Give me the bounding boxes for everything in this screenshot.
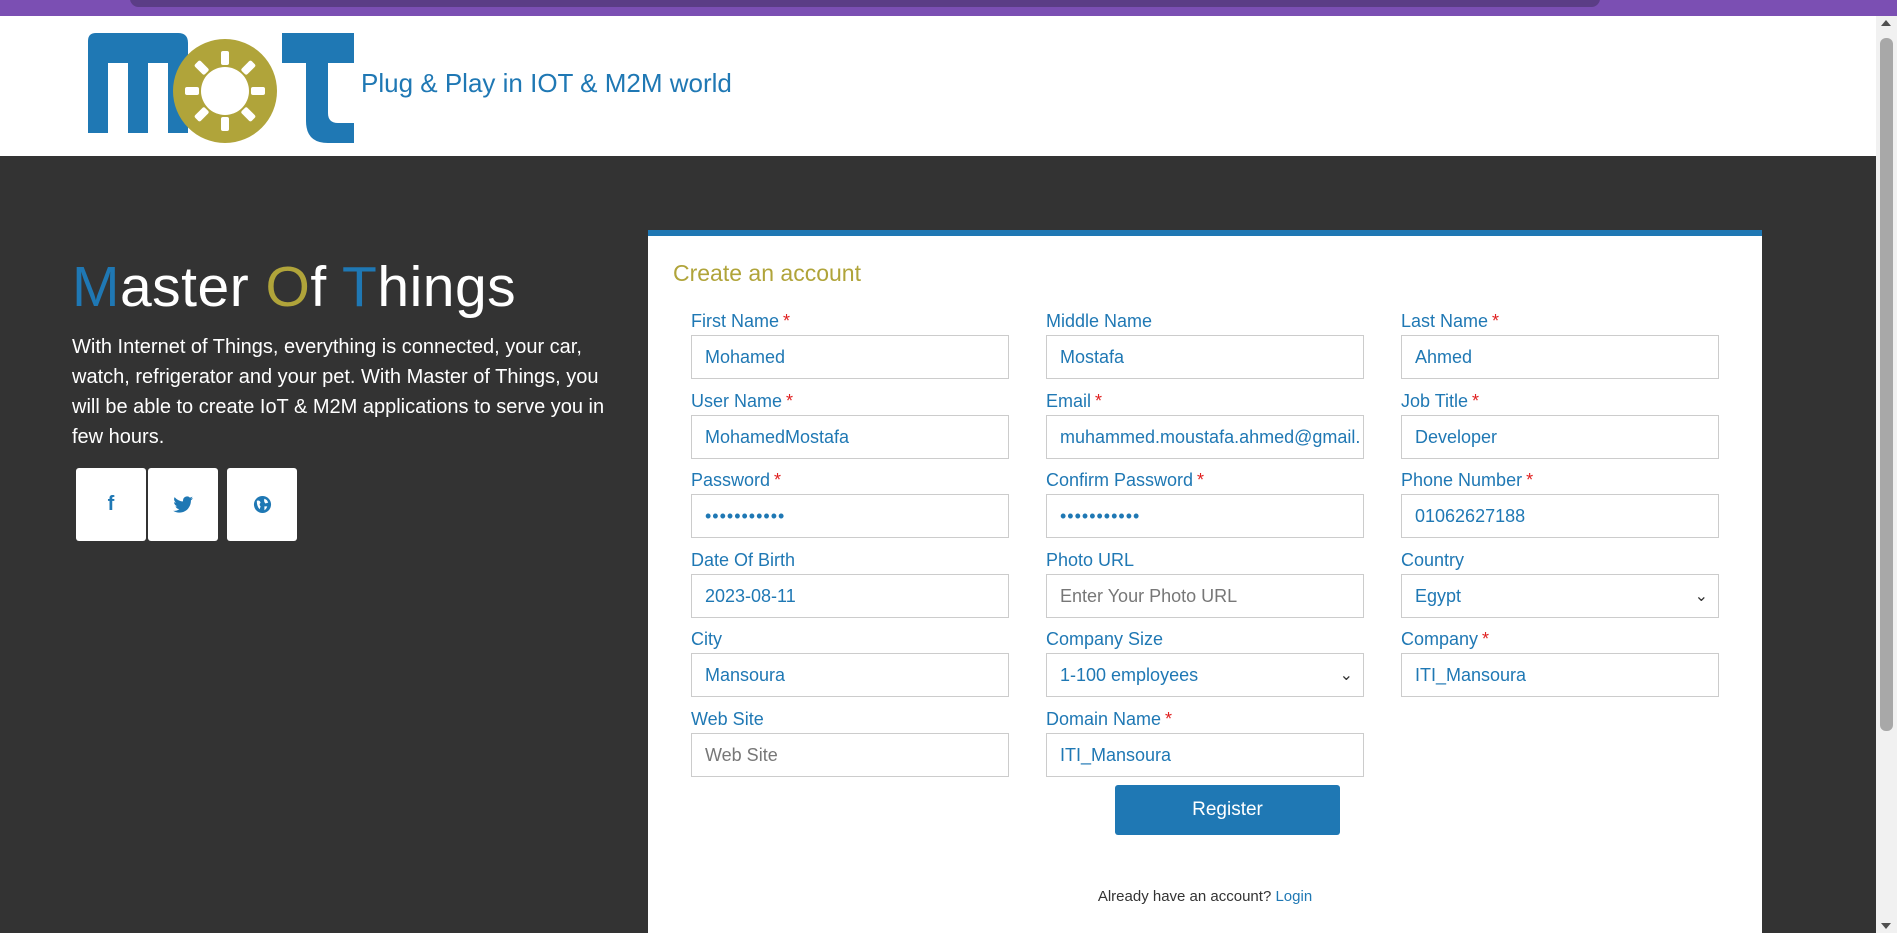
city-field: City Mansoura	[691, 629, 1009, 697]
company-size-label: Company Size	[1046, 629, 1164, 649]
last-name-field: Last Name * Ahmed	[1401, 311, 1719, 379]
required-mark: *	[783, 311, 791, 331]
first-name-field: First Name * Mohamed	[691, 311, 1009, 379]
site-header: Plug & Play in IOT & M2M world	[0, 16, 1876, 156]
website-button[interactable]	[227, 468, 297, 541]
domain-name-field: Domain Name * ITI_Mansoura	[1046, 709, 1364, 777]
scroll-down-arrow-icon[interactable]	[1881, 923, 1891, 929]
job-title-input[interactable]: Developer	[1401, 415, 1719, 459]
email-input[interactable]: muhammed.moustafa.ahmed@gmail.	[1046, 415, 1364, 459]
confirm-password-field: Confirm Password * •••••••••••	[1046, 470, 1364, 538]
domain-name-label: Domain Name	[1046, 709, 1162, 729]
photo-url-label: Photo URL	[1046, 550, 1135, 570]
required-mark: *	[1526, 470, 1534, 490]
confirm-password-input[interactable]: •••••••••••	[1046, 494, 1364, 538]
password-label: Password	[691, 470, 771, 490]
company-input[interactable]: ITI_Mansoura	[1401, 653, 1719, 697]
web-site-field: Web Site Web Site	[691, 709, 1009, 777]
phone-number-field: Phone Number * 01062627188	[1401, 470, 1719, 538]
twitter-icon	[173, 496, 193, 513]
job-title-field: Job Title * Developer	[1401, 391, 1719, 459]
login-prompt: Already have an account? Login	[648, 888, 1762, 905]
required-mark: *	[1492, 311, 1500, 331]
country-selected-value: Egypt	[1415, 585, 1462, 606]
facebook-button[interactable]: f	[76, 468, 146, 541]
required-mark: *	[1472, 391, 1480, 411]
user-name-field: User Name * MohamedMostafa	[691, 391, 1009, 459]
date-of-birth-field: Date Of Birth 2023-08-11	[691, 550, 1009, 618]
date-of-birth-input[interactable]: 2023-08-11	[691, 574, 1009, 618]
login-link[interactable]: Login	[1275, 888, 1312, 905]
last-name-label: Last Name	[1401, 311, 1489, 331]
password-field: Password * •••••••••••	[691, 470, 1009, 538]
company-label: Company	[1401, 629, 1479, 649]
form-title: Create an account	[673, 260, 861, 286]
required-mark: *	[774, 470, 782, 490]
mot-logo[interactable]	[88, 33, 358, 149]
middle-name-field: Middle Name Mostafa	[1046, 311, 1364, 379]
phone-number-label: Phone Number	[1401, 470, 1523, 490]
domain-name-input[interactable]: ITI_Mansoura	[1046, 733, 1364, 777]
password-input[interactable]: •••••••••••	[691, 494, 1009, 538]
country-field: Country Egypt ⌄	[1401, 550, 1719, 618]
hero-title: Master Of Things	[72, 255, 517, 319]
photo-url-field: Photo URL Enter Your Photo URL	[1046, 550, 1364, 618]
job-title-label: Job Title	[1401, 391, 1469, 411]
user-name-label: User Name	[691, 391, 783, 411]
required-mark: *	[1482, 629, 1490, 649]
city-input[interactable]: Mansoura	[691, 653, 1009, 697]
company-field: Company * ITI_Mansoura	[1401, 629, 1719, 697]
web-site-label: Web Site	[691, 709, 764, 729]
chevron-down-icon: ⌄	[1694, 588, 1708, 605]
browser-top-strip	[0, 0, 1897, 16]
register-button[interactable]: Register	[1115, 785, 1340, 835]
email-label: Email	[1046, 391, 1092, 411]
scroll-up-arrow-icon[interactable]	[1881, 20, 1891, 26]
globe-icon	[253, 495, 271, 514]
page-scrollbar[interactable]	[1876, 16, 1897, 933]
required-mark: *	[1197, 470, 1205, 490]
photo-url-input[interactable]: Enter Your Photo URL	[1046, 574, 1364, 618]
email-field: Email * muhammed.moustafa.ahmed@gmail.	[1046, 391, 1364, 459]
confirm-password-label: Confirm Password	[1046, 470, 1194, 490]
login-prompt-text: Already have an account?	[1097, 888, 1272, 905]
company-size-selected-value: 1-100 employees	[1060, 664, 1199, 685]
required-mark: *	[1095, 391, 1103, 411]
first-name-label: First Name	[691, 311, 780, 331]
phone-number-input[interactable]: 01062627188	[1401, 494, 1719, 538]
required-mark: *	[1165, 709, 1173, 729]
site-tagline: Plug & Play in IOT & M2M world	[361, 68, 732, 98]
twitter-button[interactable]	[148, 468, 218, 541]
country-label: Country	[1401, 550, 1465, 570]
user-name-input[interactable]: MohamedMostafa	[691, 415, 1009, 459]
register-card: Create an account First Name * Mohamed Mi…	[648, 230, 1762, 933]
company-size-select[interactable]: 1-100 employees ⌄	[1046, 653, 1364, 697]
country-select[interactable]: Egypt ⌄	[1401, 574, 1719, 618]
scrollbar-thumb[interactable]	[1880, 38, 1893, 731]
date-of-birth-label: Date Of Birth	[691, 550, 796, 570]
web-site-input[interactable]: Web Site	[691, 733, 1009, 777]
company-size-field: Company Size 1-100 employees ⌄	[1046, 629, 1364, 697]
city-label: City	[691, 629, 722, 649]
first-name-input[interactable]: Mohamed	[691, 335, 1009, 379]
middle-name-label: Middle Name	[1046, 311, 1153, 331]
required-mark: *	[786, 391, 794, 411]
last-name-input[interactable]: Ahmed	[1401, 335, 1719, 379]
facebook-icon: f	[107, 493, 115, 515]
chevron-down-icon: ⌄	[1339, 667, 1353, 684]
middle-name-input[interactable]: Mostafa	[1046, 335, 1364, 379]
hero-description: With Internet of Things, everything is c…	[72, 336, 605, 448]
browser-address-pill	[130, 0, 1600, 7]
